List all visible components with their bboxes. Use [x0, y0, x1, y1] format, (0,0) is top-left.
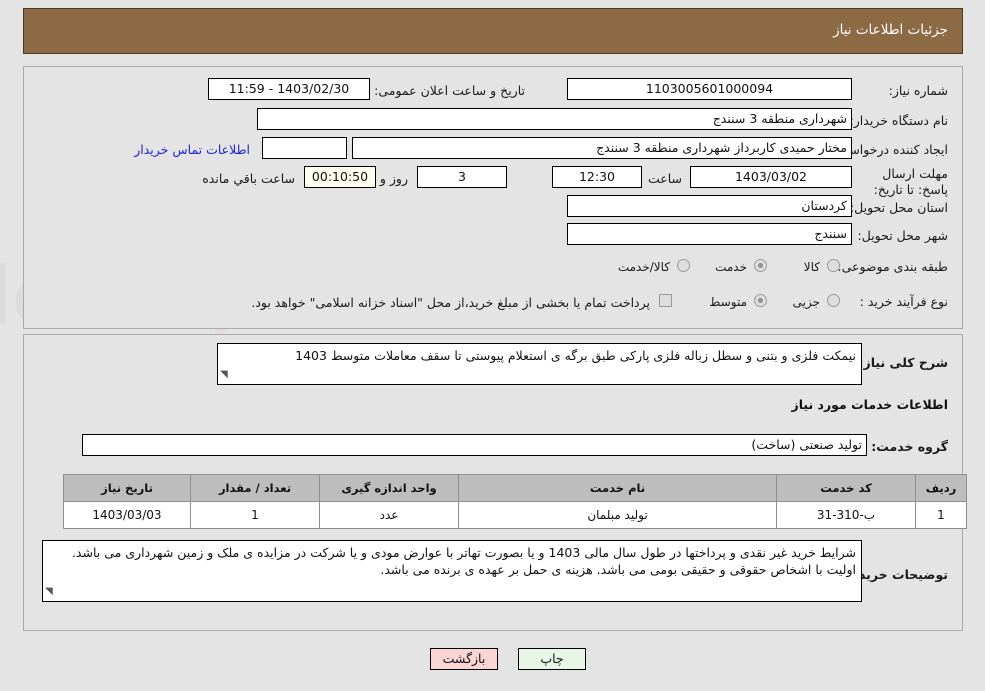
- deadline-date: 1403/03/02: [690, 166, 852, 188]
- resize-grip-icon[interactable]: ◤: [220, 366, 228, 383]
- page-header-bar: جزئیات اطلاعات نیاز: [23, 8, 963, 54]
- creator-extra-value: [262, 137, 347, 159]
- deadline-label: مهلت ارسال پاسخ: تا تاریخ:: [873, 166, 948, 197]
- treasury-bonds-checkbox[interactable]: [659, 294, 672, 307]
- announce-datetime-value: 1403/02/30 - 11:59: [208, 78, 370, 100]
- cell-unit: عدد: [319, 501, 459, 529]
- radio-category-kala[interactable]: [827, 259, 840, 272]
- deadline-time: 12:30: [552, 166, 642, 188]
- need-info-panel: شماره نیاز: 1103005601000094 تاریخ و ساع…: [23, 66, 963, 329]
- process-label: نوع فرآیند خرید :: [859, 294, 948, 309]
- radio-category-kala-khedmat-label: کالا/خدمت: [617, 260, 670, 274]
- announce-datetime-label: تاریخ و ساعت اعلان عمومی:: [374, 83, 525, 98]
- buyer-notes-textarea[interactable]: شرایط خرید غیر نقدی و پرداختها در طول سا…: [42, 540, 862, 602]
- cell-service-name: تولید مبلمان: [458, 501, 777, 529]
- col-service-code: کد خدمت: [776, 474, 916, 502]
- radio-process-jozii-label: جزیی: [792, 295, 820, 309]
- cell-quantity: 1: [190, 501, 320, 529]
- radio-process-motavaset[interactable]: [754, 294, 767, 307]
- cell-need-date: 1403/03/03: [63, 501, 191, 529]
- radio-category-kala-khedmat[interactable]: [677, 259, 690, 272]
- service-group-label: گروه خدمت:: [871, 439, 948, 454]
- page-title: جزئیات اطلاعات نیاز: [833, 22, 948, 38]
- resize-grip-icon-2[interactable]: ◤: [45, 583, 53, 600]
- table-row: 1 ب-310-31 تولید مبلمان عدد 1 1403/03/03: [63, 501, 967, 529]
- need-number-value: 1103005601000094: [567, 78, 852, 100]
- col-need-date: تاریخ نیاز: [63, 474, 191, 502]
- radio-process-jozii[interactable]: [827, 294, 840, 307]
- buyer-org-value: شهرداری منطقه 3 سنندج: [257, 108, 852, 130]
- back-button[interactable]: بازگشت: [430, 648, 498, 670]
- need-number-label: شماره نیاز:: [888, 83, 948, 98]
- need-description-value: نیمکت فلزی و بتنی و سطل زباله فلزی پارکی…: [295, 348, 856, 363]
- radio-category-kala-label: کالا: [803, 260, 820, 274]
- remaining-days: 3: [417, 166, 507, 188]
- city-label: شهر محل تحویل:: [857, 228, 948, 243]
- cell-row-no: 1: [915, 501, 967, 529]
- deadline-time-label: ساعت: [647, 171, 682, 186]
- category-label: طبقه بندی موضوعی:: [837, 259, 948, 274]
- radio-category-khedmat-label: خدمت: [715, 260, 747, 274]
- page-root: جزئیات اطلاعات نیاز AriaTender.net شماره…: [0, 0, 985, 691]
- col-quantity: تعداد / مقدار: [190, 474, 320, 502]
- cell-service-code: ب-310-31: [776, 501, 916, 529]
- remaining-suffix-label: ساعت باقي مانده: [202, 171, 295, 186]
- province-value: کردستان: [567, 195, 852, 217]
- buyer-contact-link[interactable]: اطلاعات تماس خریدار: [134, 142, 250, 157]
- creator-value: مختار حمیدی کاربرداز شهرداری منطقه 3 سنن…: [352, 137, 852, 159]
- buyer-notes-value: شرایط خرید غیر نقدی و پرداختها در طول سا…: [71, 545, 856, 577]
- remaining-clock: 00:10:50: [304, 166, 376, 188]
- radio-category-khedmat[interactable]: [754, 259, 767, 272]
- print-button[interactable]: چاپ: [518, 648, 586, 670]
- days-label: روز و: [379, 171, 408, 186]
- service-group-value: تولید صنعتی (ساخت): [82, 434, 867, 456]
- services-section-heading: اطلاعات خدمات مورد نیاز: [791, 397, 949, 412]
- need-description-label: شرح کلی نیاز:: [858, 355, 948, 370]
- radio-process-motavaset-label: متوسط: [709, 295, 747, 309]
- services-table: ردیف کد خدمت نام خدمت واحد اندازه گیری ت…: [63, 474, 967, 529]
- buyer-org-label: نام دستگاه خریدار:: [849, 113, 948, 128]
- province-label: استان محل تحویل:: [849, 200, 948, 215]
- col-service-name: نام خدمت: [458, 474, 777, 502]
- need-description-textarea[interactable]: نیمکت فلزی و بتنی و سطل زباله فلزی پارکی…: [217, 343, 862, 385]
- table-header-row: ردیف کد خدمت نام خدمت واحد اندازه گیری ت…: [63, 474, 967, 502]
- col-row-no: ردیف: [915, 474, 967, 502]
- city-value: سنندج: [567, 223, 852, 245]
- treasury-bonds-label: پرداخت تمام یا بخشی از مبلغ خرید،از محل …: [251, 295, 650, 310]
- col-unit: واحد اندازه گیری: [319, 474, 459, 502]
